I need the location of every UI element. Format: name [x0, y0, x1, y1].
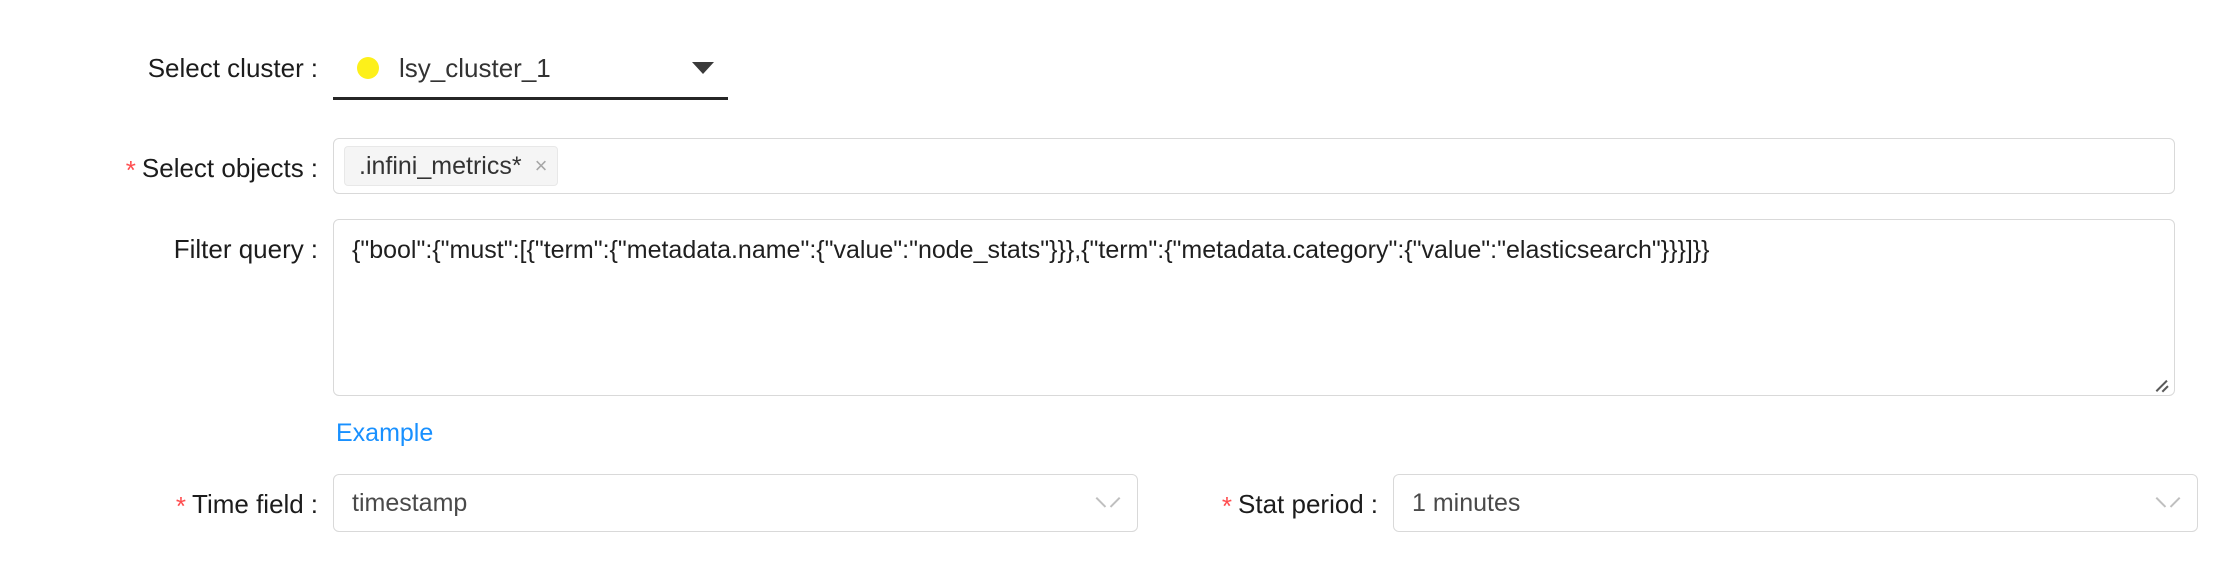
form-row-filter-query: Filter query: — [0, 234, 318, 264]
stat-period-value: 1 minutes — [1412, 489, 1521, 517]
stat-period-label-text: Stat period — [1238, 489, 1364, 519]
caret-down-icon[interactable] — [692, 61, 714, 74]
select-cluster-field[interactable]: lsy_cluster_1 — [333, 38, 728, 100]
form-row-stat-period: * Stat period: — [1060, 489, 1378, 521]
form-row-time-field: * Time field: — [0, 489, 318, 521]
select-objects-label-text: Select objects — [141, 153, 304, 183]
select-cluster-value: lsy_cluster_1 — [399, 52, 551, 83]
filter-query-label-text: Filter query — [173, 234, 304, 264]
stat-period-label: * Stat period: — [1060, 489, 1378, 521]
chevron-down-icon[interactable] — [2157, 497, 2179, 510]
filter-query-field[interactable] — [333, 219, 2175, 396]
time-field-label-colon: : — [310, 489, 318, 519]
select-cluster-label-colon: : — [310, 53, 318, 83]
time-field-select[interactable]: timestamp — [333, 474, 1138, 532]
required-asterisk-icon: * — [125, 155, 136, 185]
required-asterisk-icon: * — [175, 491, 187, 521]
close-icon[interactable]: × — [535, 155, 548, 177]
select-objects-label: * Select objects: — [0, 153, 318, 185]
cluster-status-dot-icon — [357, 56, 379, 79]
required-asterisk-icon: * — [1221, 491, 1233, 521]
time-field-label: * Time field: — [0, 489, 318, 521]
time-field-label-text: Time field — [192, 489, 304, 519]
select-cluster-label: Select cluster: — [0, 53, 318, 83]
filter-query-example-link[interactable]: Example — [336, 418, 433, 448]
select-cluster-dropdown[interactable]: lsy_cluster_1 — [333, 38, 728, 100]
selected-object-tag[interactable]: .infini_metrics* × — [344, 146, 559, 186]
select-cluster-label-text: Select cluster — [147, 53, 304, 83]
select-objects-label-colon: : — [310, 153, 318, 183]
selected-object-tag-label: .infini_metrics* — [359, 151, 522, 180]
stat-period-select[interactable]: 1 minutes — [1393, 474, 2198, 532]
stat-period-label-colon: : — [1370, 489, 1378, 519]
filter-query-label-colon: : — [310, 234, 318, 264]
select-objects-field[interactable]: .infini_metrics* × — [333, 138, 2175, 194]
metrics-config-form: Select cluster: lsy_cluster_1 * Select ob… — [0, 0, 2226, 570]
time-field-value: timestamp — [352, 489, 468, 517]
filter-query-label: Filter query: — [0, 234, 318, 264]
select-objects-input[interactable]: .infini_metrics* × — [333, 138, 2175, 194]
filter-query-textarea[interactable] — [333, 219, 2175, 396]
form-row-select-objects: * Select objects: — [0, 153, 318, 185]
form-row-select-cluster: Select cluster: — [0, 53, 318, 83]
